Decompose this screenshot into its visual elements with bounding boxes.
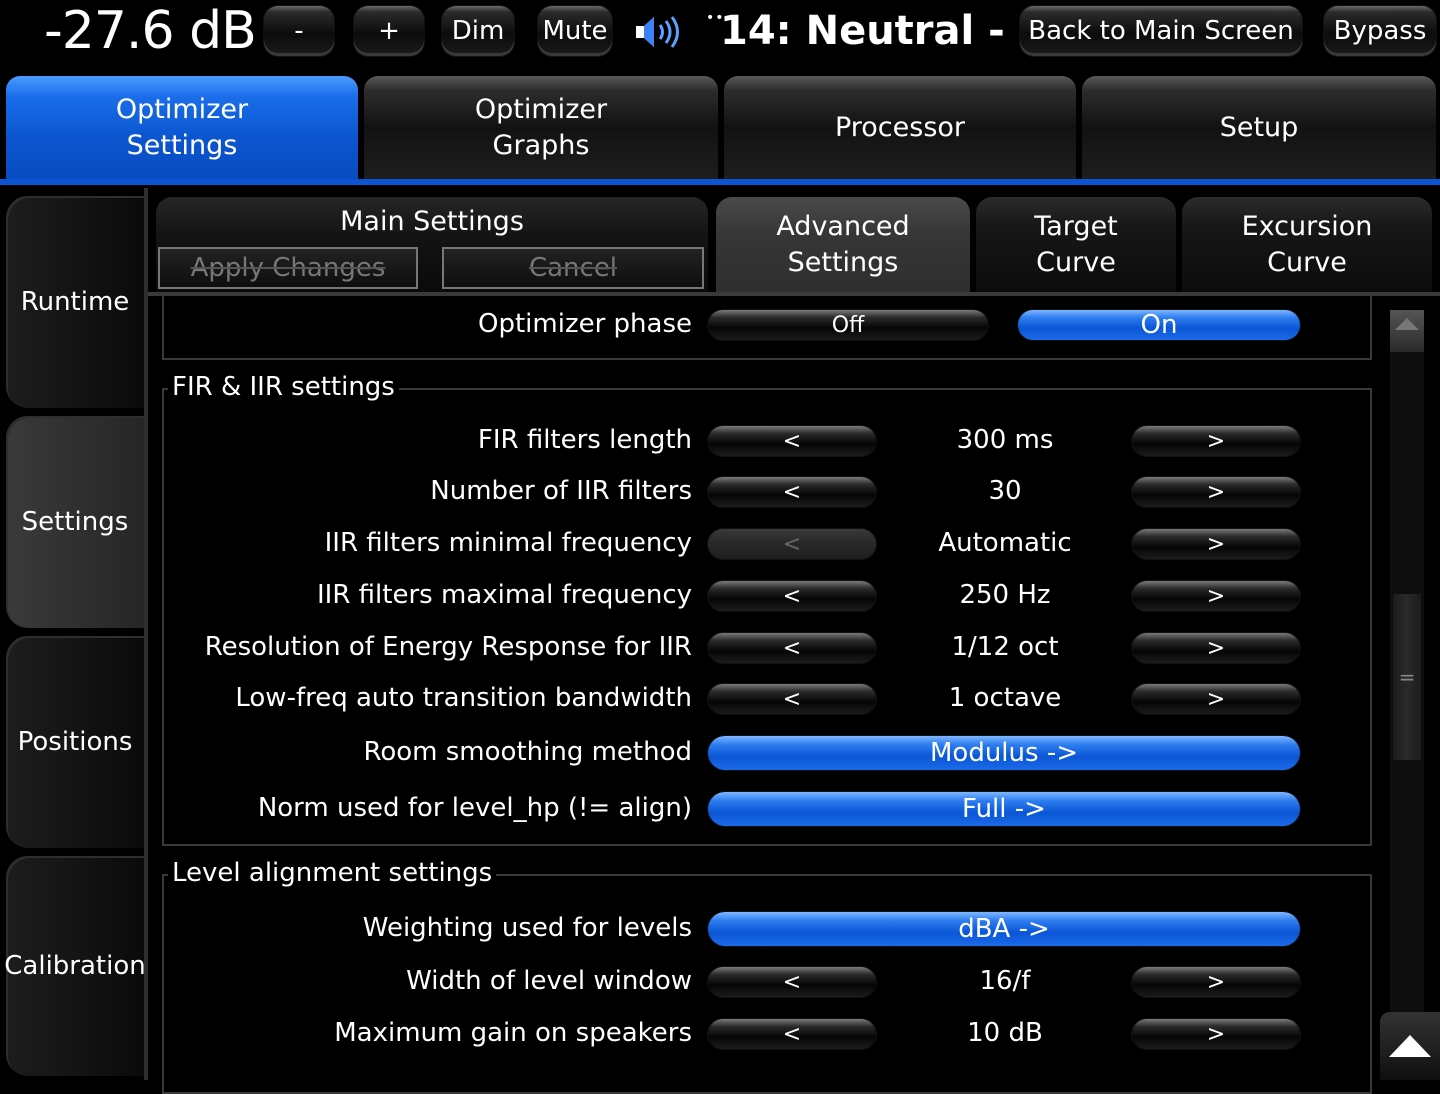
optimizer-phase-off-button[interactable]: Off — [708, 310, 988, 340]
energy-resolution-label: Resolution of Energy Response for IIR — [204, 632, 692, 662]
fir-length-prev-button[interactable]: < — [708, 426, 876, 456]
volume-readout: -27.6 dB — [44, 1, 257, 61]
iir-min-freq-label: IIR filters minimal frequency — [324, 528, 692, 558]
transition-bandwidth-value: 1 octave — [948, 683, 1062, 713]
bypass-button[interactable]: Bypass — [1324, 6, 1436, 56]
room-smoothing-button[interactable]: Modulus -> — [708, 736, 1300, 770]
main-settings-label[interactable]: Main Settings — [156, 197, 708, 247]
iir-max-freq-value: 250 Hz — [959, 580, 1051, 610]
iir-min-freq-next-button[interactable]: > — [1132, 529, 1300, 559]
level-window-value: 16/f — [979, 966, 1031, 996]
iir-max-freq-label: IIR filters maximal frequency — [317, 580, 692, 610]
level-window-next-button[interactable]: > — [1132, 967, 1300, 997]
norm-level-label: Norm used for level_hp (!= align) — [257, 793, 692, 823]
level-alignment-title: Level alignment settings — [168, 858, 497, 888]
side-tab-runtime[interactable]: Runtime — [6, 196, 144, 408]
tab-advanced-settings[interactable]: Advanced Settings — [716, 197, 970, 292]
iir-count-value: 30 — [988, 476, 1022, 506]
iir-max-freq-prev-button[interactable]: < — [708, 581, 876, 611]
energy-resolution-next-button[interactable]: > — [1132, 633, 1300, 663]
iir-count-prev-button[interactable]: < — [708, 477, 876, 507]
room-smoothing-label: Room smoothing method — [363, 737, 692, 767]
transition-bandwidth-prev-button[interactable]: < — [708, 684, 876, 714]
tab-target-curve[interactable]: Target Curve — [976, 197, 1176, 292]
scroll-up-arrow-icon[interactable] — [1390, 310, 1424, 352]
dim-button[interactable]: Dim — [442, 6, 514, 56]
apply-changes-button[interactable]: Apply Changes — [158, 247, 418, 289]
tab-optimizer-settings[interactable]: Optimizer Settings — [6, 76, 358, 180]
scroll-to-top-icon[interactable] — [1380, 1012, 1440, 1080]
mute-button[interactable]: Mute — [538, 6, 612, 56]
level-window-prev-button[interactable]: < — [708, 967, 876, 997]
energy-resolution-value: 1/12 oct — [951, 632, 1059, 662]
tab-optimizer-graphs[interactable]: Optimizer Graphs — [364, 76, 718, 180]
max-gain-prev-button[interactable]: < — [708, 1019, 876, 1049]
level-window-label: Width of level window — [406, 966, 692, 996]
weighting-button[interactable]: dBA -> — [708, 912, 1300, 946]
max-gain-value: 10 dB — [967, 1018, 1043, 1048]
energy-resolution-prev-button[interactable]: < — [708, 633, 876, 663]
iir-count-next-button[interactable]: > — [1132, 477, 1300, 507]
side-tab-positions[interactable]: Positions — [6, 636, 144, 848]
back-to-main-button[interactable]: Back to Main Screen — [1020, 6, 1302, 56]
tab-processor[interactable]: Processor — [724, 76, 1076, 180]
max-gain-label: Maximum gain on speakers — [334, 1018, 692, 1048]
optimizer-phase-on-button[interactable]: On — [1018, 310, 1300, 340]
cancel-button[interactable]: Cancel — [442, 247, 704, 289]
fir-iir-group — [162, 388, 1372, 846]
optimizer-phase-label: Optimizer phase — [478, 309, 692, 339]
side-tab-calibration[interactable]: Calibration — [4, 856, 146, 1076]
tab-setup[interactable]: Setup — [1082, 76, 1436, 180]
side-tab-settings[interactable]: Settings — [6, 416, 144, 628]
fir-length-value: 300 ms — [956, 425, 1054, 455]
side-divider — [144, 188, 148, 1080]
transition-bandwidth-next-button[interactable]: > — [1132, 684, 1300, 714]
tab-excursion-curve[interactable]: Excursion Curve — [1182, 197, 1432, 292]
fir-length-label: FIR filters length — [477, 425, 692, 455]
norm-level-button[interactable]: Full -> — [708, 792, 1300, 826]
speaker-volume-icon[interactable] — [632, 12, 688, 52]
weighting-label: Weighting used for levels — [362, 913, 692, 943]
transition-bandwidth-label: Low-freq auto transition bandwidth — [235, 683, 692, 713]
scrollbar-thumb[interactable]: = — [1393, 594, 1421, 760]
iir-min-freq-value: Automatic — [938, 528, 1072, 558]
max-gain-next-button[interactable]: > — [1132, 1019, 1300, 1049]
fir-iir-title: FIR & IIR settings — [168, 372, 399, 402]
iir-min-freq-prev-button[interactable]: < — [708, 529, 876, 559]
fir-length-next-button[interactable]: > — [1132, 426, 1300, 456]
tab-underline — [0, 179, 1440, 185]
volume-up-button[interactable]: + — [354, 6, 424, 56]
iir-count-label: Number of IIR filters — [430, 476, 692, 506]
iir-max-freq-next-button[interactable]: > — [1132, 581, 1300, 611]
volume-down-button[interactable]: - — [264, 6, 334, 56]
